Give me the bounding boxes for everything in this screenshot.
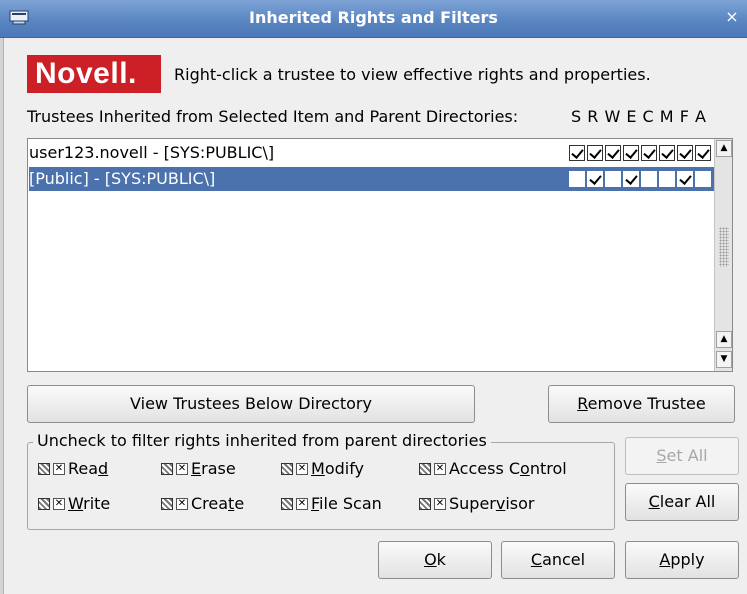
filter-access-control[interactable]: Access Control [419, 459, 567, 478]
filter-label: Supervisor [449, 494, 535, 513]
filter-label: Read [68, 459, 109, 478]
checkbox-x-icon[interactable] [434, 497, 446, 510]
cancel-button[interactable]: Cancel [501, 541, 615, 579]
scroll-up-icon[interactable]: ▲ [716, 331, 732, 348]
trustee-name: user123.novell - [SYS:PUBLIC\] [29, 143, 275, 162]
filter-group [27, 442, 615, 530]
right-checked-checkbox [623, 171, 639, 187]
filter-create[interactable]: Create [161, 494, 244, 513]
filter-write[interactable]: Write [38, 494, 110, 513]
inherited-indicator-icon [38, 462, 50, 475]
right-checked-checkbox [695, 145, 711, 161]
filter-label: Create [191, 494, 245, 513]
right-unchecked-checkbox [605, 171, 621, 187]
right-checked-checkbox [677, 171, 693, 187]
window-border [0, 38, 4, 594]
filter-erase[interactable]: Erase [161, 459, 236, 478]
view-trustees-below-button[interactable]: View Trustees Below Directory [27, 385, 475, 423]
window-title: Inherited Rights and Filters [249, 8, 498, 27]
inherited-indicator-icon [281, 462, 293, 475]
inherited-indicator-icon [161, 462, 173, 475]
filter-label: File Scan [311, 494, 382, 513]
clear-all-button[interactable]: Clear All [625, 483, 739, 521]
trustee-row[interactable]: user123.novell - [SYS:PUBLIC\] [29, 141, 715, 165]
inherited-indicator-icon [419, 462, 431, 475]
set-all-button[interactable]: Set All [625, 437, 739, 475]
title-bar[interactable]: Inherited Rights and Filters × [0, 0, 747, 38]
checkbox-x-icon[interactable] [176, 462, 188, 475]
checkbox-x-icon[interactable] [296, 462, 308, 475]
trustee-row-selected[interactable]: [Public] - [SYS:PUBLIC\] [29, 167, 715, 191]
right-checked-checkbox [569, 145, 585, 161]
rights-checkboxes [567, 145, 711, 161]
filter-label: Access Control [449, 459, 567, 478]
right-checked-checkbox [623, 145, 639, 161]
remove-trustee-button[interactable]: Remove Trustee [548, 385, 735, 423]
inherited-indicator-icon [281, 497, 293, 510]
inherited-indicator-icon [38, 497, 50, 510]
close-icon[interactable]: × [723, 8, 741, 26]
right-checked-checkbox [587, 171, 603, 187]
filter-supervisor[interactable]: Supervisor [419, 494, 535, 513]
checkbox-x-icon[interactable] [296, 497, 308, 510]
hint-text: Right-click a trustee to view effective … [174, 65, 651, 84]
rights-checkboxes [567, 171, 711, 187]
checkbox-x-icon[interactable] [53, 462, 65, 475]
trustees-header: Trustees Inherited from Selected Item an… [27, 107, 519, 126]
scroll-up-icon[interactable]: ▲ [716, 140, 732, 157]
list-scrollbar[interactable]: ▲ ▲ ▼ [714, 139, 732, 371]
filter-label: Erase [191, 459, 236, 478]
filter-read[interactable]: Read [38, 459, 108, 478]
checkbox-x-icon[interactable] [53, 497, 65, 510]
filter-file-scan[interactable]: File Scan [281, 494, 382, 513]
novell-logo: Novell. [27, 55, 161, 93]
filter-legend: Uncheck to filter rights inherited from … [33, 431, 491, 450]
apply-button[interactable]: Apply [625, 541, 739, 579]
filter-modify[interactable]: Modify [281, 459, 364, 478]
right-checked-checkbox [641, 145, 657, 161]
trustee-list[interactable]: user123.novell - [SYS:PUBLIC\] [Public] … [27, 138, 733, 372]
right-unchecked-checkbox [641, 171, 657, 187]
trustee-name: [Public] - [SYS:PUBLIC\] [29, 169, 216, 188]
right-checked-checkbox [659, 145, 675, 161]
right-checked-checkbox [605, 145, 621, 161]
right-unchecked-checkbox [569, 171, 585, 187]
checkbox-x-icon[interactable] [176, 497, 188, 510]
checkbox-x-icon[interactable] [434, 462, 446, 475]
inherited-indicator-icon [161, 497, 173, 510]
scroll-down-icon[interactable]: ▼ [716, 351, 732, 368]
scroll-grip[interactable] [719, 227, 729, 267]
right-unchecked-checkbox [659, 171, 675, 187]
filter-label: Write [68, 494, 111, 513]
filter-label: Modify [311, 459, 365, 478]
right-checked-checkbox [587, 145, 603, 161]
ok-button[interactable]: Ok [378, 541, 492, 579]
right-unchecked-checkbox [695, 171, 711, 187]
right-checked-checkbox [677, 145, 693, 161]
rights-column-letters: S R W E C M F A [571, 107, 706, 126]
inherited-indicator-icon [419, 497, 431, 510]
